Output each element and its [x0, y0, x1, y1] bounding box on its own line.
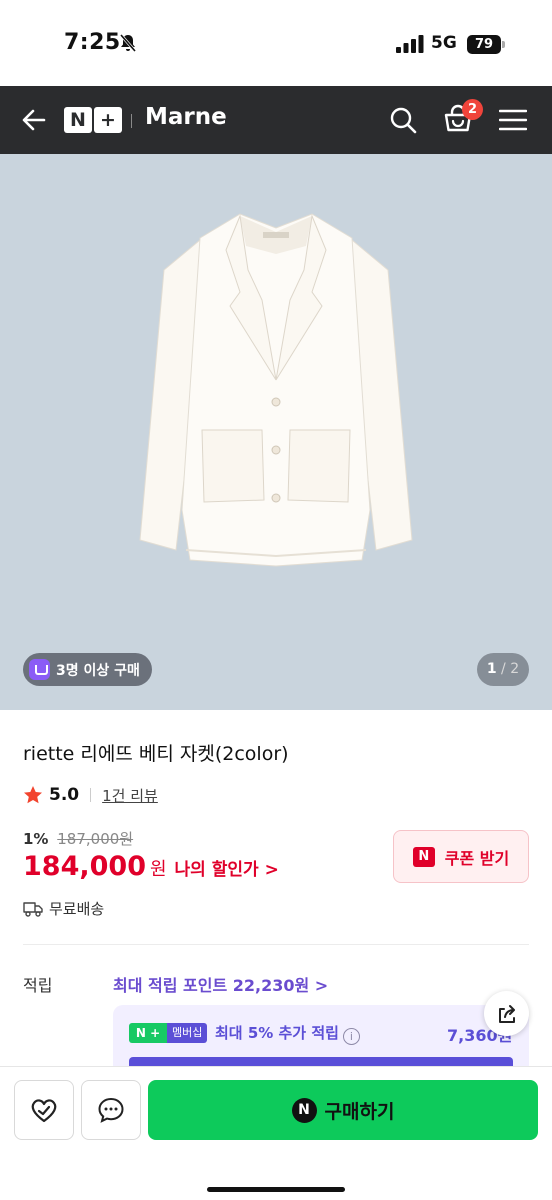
- price-row: 184,000 원 나의 할인가 >: [23, 851, 279, 882]
- product-title: riette 리에뜨 베티 자켓(2color): [23, 743, 289, 765]
- price-unit: 원: [149, 859, 167, 880]
- heart-check-icon: [31, 1099, 57, 1123]
- bell-off-icon: [119, 34, 137, 52]
- group-purchase-text: 3명 이상 구매: [56, 662, 140, 679]
- star-icon: [24, 786, 42, 804]
- rating-value: 5.0: [49, 785, 80, 805]
- home-indicator: [207, 1187, 345, 1192]
- membership-points-box[interactable]: N + 멤버십 최대 5% 추가 적립 i 7,360원: [113, 1005, 529, 1075]
- image-counter-total: 2: [510, 661, 520, 677]
- naver-plus-logo[interactable]: N +: [64, 107, 122, 133]
- status-bar: 7:25 5G 79: [0, 0, 552, 86]
- hamburger-menu-icon[interactable]: [499, 108, 527, 132]
- back-arrow-icon[interactable]: [20, 106, 48, 134]
- network-label: 5G: [431, 33, 457, 53]
- signal-icon: [396, 35, 424, 53]
- image-counter-current: 1: [486, 661, 497, 677]
- battery-level: 79: [474, 37, 494, 52]
- share-icon: [498, 1004, 515, 1023]
- group-purchase-badge: 3명 이상 구매: [23, 653, 152, 686]
- coupon-download-button[interactable]: N 쿠폰 받기: [393, 830, 529, 883]
- share-button[interactable]: [484, 991, 529, 1036]
- wishlist-button[interactable]: [14, 1080, 74, 1140]
- membership-badge: N + 멤버십: [129, 1023, 208, 1043]
- battery-tip: [502, 41, 505, 48]
- info-icon[interactable]: i: [342, 1028, 360, 1045]
- membership-tag: 멤버십: [167, 1023, 208, 1043]
- search-icon[interactable]: [389, 106, 417, 134]
- original-price: 187,000원: [57, 830, 134, 848]
- product-image-jacket: [139, 213, 413, 567]
- naver-n-icon: N: [412, 846, 435, 867]
- coupon-label: 쿠폰 받기: [444, 848, 510, 868]
- chat-button[interactable]: [81, 1080, 141, 1140]
- membership-n-plus: N +: [129, 1023, 167, 1043]
- shopping-bag-badge-icon: [29, 659, 50, 680]
- my-discount-price-link[interactable]: 나의 할인가 >: [175, 855, 279, 880]
- shipping-text: 무료배송: [49, 900, 105, 918]
- discount-rate: 1%: [23, 830, 49, 848]
- bottom-action-bar: N 구매하기: [0, 1066, 552, 1200]
- points-label: 적립: [23, 976, 53, 995]
- battery-icon: 79: [467, 35, 501, 54]
- top-navigation: N + Marne: [0, 86, 552, 154]
- cart-count-badge: 2: [462, 99, 483, 120]
- buy-label: 구매하기: [324, 1100, 395, 1123]
- image-counter-separator: /: [496, 661, 511, 677]
- logo-n-box: N: [64, 107, 92, 133]
- review-count-link[interactable]: 1건 리뷰: [102, 785, 158, 806]
- shipping-info: 무료배송: [23, 898, 104, 919]
- sale-price: 184,000: [23, 851, 146, 882]
- product-page: 7:25 5G 79 N + Marne 2 3명 이상 구매 1 / 2 ri…: [0, 0, 552, 1200]
- max-points-link[interactable]: 최대 적립 포인트 22,230원 >: [113, 972, 328, 996]
- discount-row: 1% 187,000원: [23, 828, 133, 849]
- brand-name[interactable]: Marne: [145, 104, 227, 130]
- membership-text: 최대 5% 추가 적립 i: [215, 1022, 360, 1045]
- section-divider: [23, 944, 529, 945]
- buy-now-button[interactable]: N 구매하기: [148, 1080, 538, 1140]
- chat-bubble-icon: [98, 1097, 124, 1123]
- logo-plus-box: +: [94, 107, 122, 133]
- product-image-carousel[interactable]: 3명 이상 구매 1 / 2: [0, 154, 552, 710]
- naver-pay-icon: N: [291, 1097, 317, 1123]
- delivery-truck-icon: [23, 901, 43, 917]
- brand-divider: [131, 114, 132, 128]
- status-time: 7:25: [64, 30, 121, 55]
- rating-row: 5.0 1건 리뷰: [23, 783, 158, 807]
- image-counter: 1 / 2: [477, 653, 529, 686]
- membership-text-label: 최대 5% 추가 적립: [215, 1024, 339, 1042]
- rating-divider: [90, 788, 92, 802]
